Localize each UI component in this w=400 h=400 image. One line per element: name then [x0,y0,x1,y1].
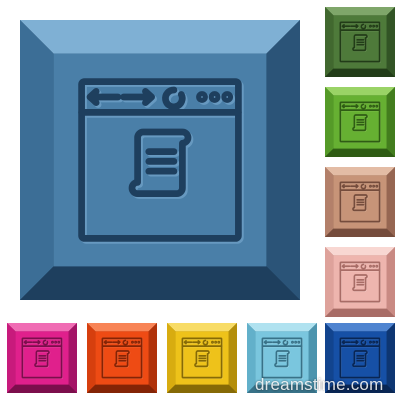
tile-graphic [325,323,395,393]
cyan-icon-tile [247,323,317,393]
tile-graphic [325,87,395,157]
tile-graphic [7,323,77,393]
navy-icon-tile [325,323,395,393]
tile-graphic [325,247,395,317]
pink-icon-tile [325,247,395,317]
tile-graphic [87,323,157,393]
tile-graphic [247,323,317,393]
tan-icon-tile [325,167,395,237]
tile-graphic [20,20,300,300]
tile-graphic [167,323,237,393]
main-icon-tile [20,20,300,300]
tile-graphic [325,7,395,77]
green-icon-tile [325,7,395,77]
lime-icon-tile [325,87,395,157]
tile-graphic [325,167,395,237]
yellow-icon-tile [167,323,237,393]
orange-icon-tile [87,323,157,393]
magenta-icon-tile [7,323,77,393]
